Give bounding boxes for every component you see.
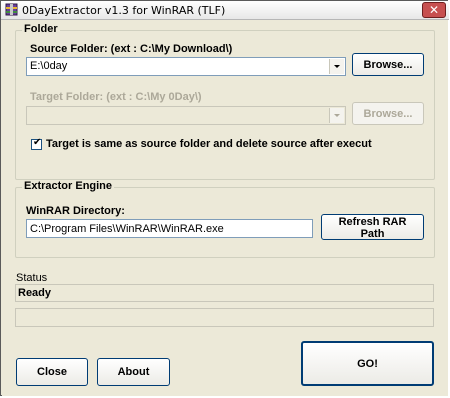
chevron-down-icon[interactable] <box>329 59 344 74</box>
folder-group-title: Folder <box>22 23 60 35</box>
client-area: Folder Source Folder: (ext : C:\My Downl… <box>2 20 448 396</box>
winrar-directory-label: WinRAR Directory: <box>26 205 125 217</box>
winrar-directory-field[interactable]: C:\Program Files\WinRAR\WinRAR.exe <box>26 219 313 238</box>
folder-group: Folder Source Folder: (ext : C:\My Downl… <box>15 23 435 180</box>
source-browse-button[interactable]: Browse... <box>352 53 424 76</box>
winrar-directory-value: C:\Program Files\WinRAR\WinRAR.exe <box>30 223 224 235</box>
target-folder-label: Target Folder: (ext : C:\My 0Day\) <box>30 91 202 103</box>
close-button[interactable]: Close <box>16 358 88 386</box>
title-bar[interactable]: 0DayExtractor v1.3 for WinRAR (TLF) ✕ <box>1 1 449 20</box>
checkmark-icon: ✔ <box>33 137 42 148</box>
status-box: Ready <box>15 284 434 302</box>
same-folder-checkbox[interactable]: ✔ <box>31 137 42 150</box>
same-folder-checkbox-label[interactable]: Target is same as source folder and dele… <box>46 138 372 150</box>
go-button[interactable]: GO! <box>301 341 434 386</box>
window-close-button[interactable]: ✕ <box>422 2 446 18</box>
extractor-engine-group: Extractor Engine WinRAR Directory: C:\Pr… <box>15 180 435 258</box>
refresh-rar-path-button[interactable]: Refresh RAR Path <box>321 214 424 240</box>
close-icon: ✕ <box>428 3 440 17</box>
target-browse-button[interactable]: Browse... <box>352 102 424 125</box>
about-button[interactable]: About <box>97 358 170 386</box>
app-window: 0DayExtractor v1.3 for WinRAR (TLF) ✕ Fo… <box>0 0 449 396</box>
progress-bar <box>15 308 434 327</box>
target-folder-combo[interactable] <box>26 106 346 125</box>
status-heading: Status <box>16 272 48 284</box>
rar-archive-icon <box>5 3 18 16</box>
extractor-engine-group-title: Extractor Engine <box>22 180 115 192</box>
source-folder-label: Source Folder: (ext : C:\My Download\) <box>30 43 233 55</box>
source-folder-combo[interactable]: E:\0day <box>26 57 346 76</box>
window-title: 0DayExtractor v1.3 for WinRAR (TLF) <box>22 4 226 17</box>
status-text: Ready <box>18 287 52 299</box>
chevron-down-icon[interactable] <box>329 108 344 123</box>
source-folder-value: E:\0day <box>30 60 68 72</box>
